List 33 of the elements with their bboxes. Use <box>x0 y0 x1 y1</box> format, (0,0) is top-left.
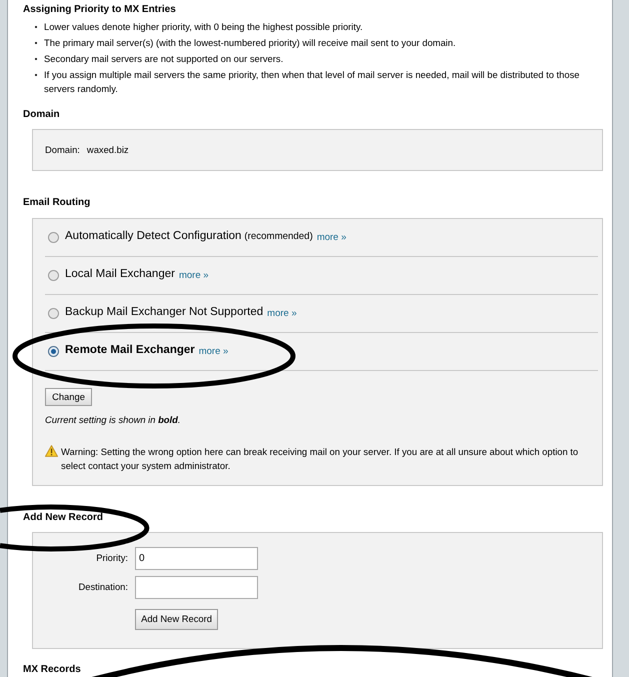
option-label: Backup Mail Exchanger Not Supported <box>65 305 264 320</box>
text-field[interactable] <box>135 576 258 599</box>
domain-value: waxed.biz <box>86 142 129 157</box>
field-label: Priority: <box>95 551 128 566</box>
more-link[interactable]: more » <box>198 344 228 360</box>
change-button[interactable]: Change <box>45 388 92 406</box>
warning-icon <box>45 444 58 457</box>
add-record-button[interactable]: Add New Record <box>135 608 218 630</box>
warning-text: Warning: Setting the wrong option here can break receiving mail on your server. If you are at all unsure about which option to select contact your system administrator. <box>61 444 580 473</box>
radio-button[interactable] <box>48 346 59 357</box>
section-heading: Add New Record <box>23 510 104 525</box>
text-field[interactable]: 0 <box>135 546 258 570</box>
option-note: (recommended) <box>244 230 313 244</box>
option-label: Remote Mail Exchanger <box>65 343 195 358</box>
section-heading: Assigning Priority to MX Entries <box>23 3 176 17</box>
radio-button[interactable] <box>48 308 59 319</box>
section-heading: MX Records <box>23 662 81 677</box>
domain-label: Domain: <box>45 142 80 157</box>
more-link[interactable]: more » <box>178 268 209 284</box>
field-label: Destination: <box>77 580 128 594</box>
option-label: Local Mail Exchanger <box>65 267 175 282</box>
instruction-text: Lower values denote higher priority, with 0 being the highest possible priority. <box>44 20 364 34</box>
instruction-text: Secondary mail servers are not supported on our servers. <box>44 52 284 66</box>
option-label: Automatically Detect Configuration <box>65 229 242 244</box>
radio-button[interactable] <box>48 232 59 243</box>
instruction-text: The primary mail server(s) (with the lowest-numbered priority) will receive mail sent to your domain. <box>44 36 457 50</box>
more-link[interactable]: more » <box>267 306 297 322</box>
section-heading: Email Routing <box>23 196 90 210</box>
radio-button[interactable] <box>48 270 59 281</box>
more-link[interactable]: more » <box>316 230 346 246</box>
section-heading: Domain <box>23 108 60 122</box>
instruction-text: If you assign multiple mail servers the same priority, then when that level of mail server is needed, mail will be distributed to those servers randomly. <box>44 68 580 96</box>
current-setting-note: Current setting is shown in bold. <box>45 414 180 426</box>
